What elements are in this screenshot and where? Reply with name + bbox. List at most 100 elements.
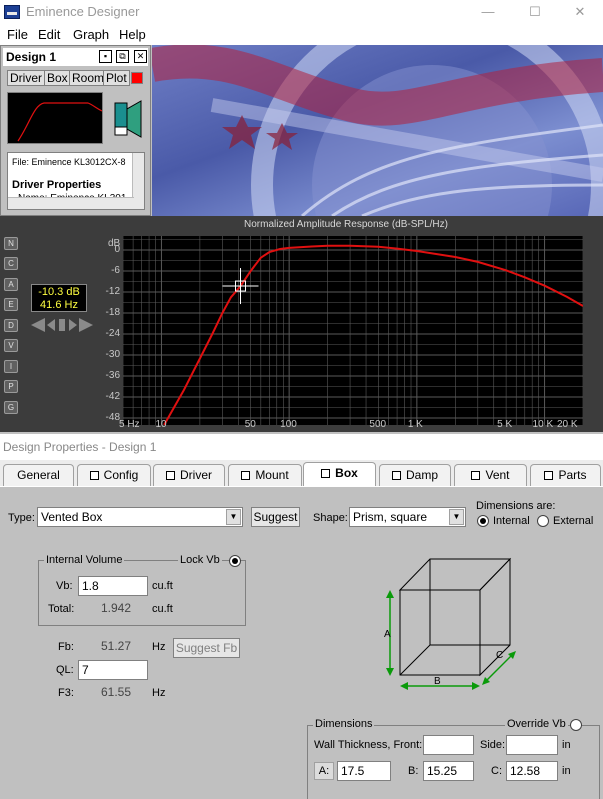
total-unit: cu.ft <box>152 603 173 615</box>
wall-front-input[interactable] <box>423 735 474 755</box>
response-graph-panel: Normalized Amplitude Response (dB-SPL/Hz… <box>0 216 603 432</box>
menu-file[interactable]: File <box>7 27 28 42</box>
file-label: File: Eminence KL3012CX-8 <box>12 157 126 167</box>
a-input[interactable] <box>337 761 391 781</box>
design-window-title: Design 1 <box>6 50 57 64</box>
driver-tab-button[interactable]: Driver <box>7 70 45 86</box>
f3-label: F3: <box>58 687 74 699</box>
eminence-banner-image <box>152 45 603 216</box>
tab-damp[interactable]: Damp <box>379 464 451 486</box>
menu-graph[interactable]: Graph <box>73 27 109 42</box>
tab-parts-label: Parts <box>558 468 587 482</box>
fb-label: Fb: <box>58 641 74 653</box>
x-tick-label: 10 K <box>532 419 554 430</box>
fb-unit: Hz <box>152 641 166 653</box>
box-properties-panel: Type: Vented Box ▼ Suggest Shape: Prism,… <box>0 486 603 799</box>
tab-damp-label: Damp <box>405 468 438 482</box>
tab-mount-label: Mount <box>255 468 289 482</box>
tab-driver-label: Driver <box>180 468 212 482</box>
tab-config[interactable]: Config <box>77 464 151 486</box>
mount-icon <box>241 471 251 480</box>
override-vb-radio[interactable] <box>570 719 582 731</box>
graph-button-n[interactable]: N <box>4 237 18 250</box>
readout-hz: 41.6 Hz <box>40 299 78 311</box>
horizontal-scrollbar[interactable] <box>8 197 134 209</box>
minimize-button[interactable]: — <box>465 2 511 22</box>
wall-unit: in <box>562 739 571 751</box>
tab-mount[interactable]: Mount <box>228 464 302 486</box>
b-input[interactable] <box>423 761 474 781</box>
y-tick-label: -48 <box>105 412 120 423</box>
response-curve <box>163 244 584 426</box>
color-swatch[interactable] <box>131 72 143 84</box>
vb-input[interactable] <box>78 576 148 596</box>
c-label: C: <box>491 765 502 777</box>
tab-driver[interactable]: Driver <box>153 464 225 486</box>
graph-button-e[interactable]: E <box>4 298 18 311</box>
graph-button-d[interactable]: D <box>4 319 18 332</box>
copy-icon[interactable]: ⧉ <box>116 50 129 63</box>
room-tab-button[interactable]: Room <box>69 70 108 86</box>
driver-properties-panel[interactable]: File: Eminence KL3012CX-8 Driver Propert… <box>7 152 145 210</box>
chevron-down-icon: ▼ <box>226 509 241 525</box>
graph-button-c[interactable]: C <box>4 257 18 270</box>
close-icon[interactable]: ✕ <box>134 50 147 63</box>
vb-unit: cu.ft <box>152 580 173 592</box>
close-button[interactable]: ✕ <box>557 2 603 22</box>
a-button[interactable]: A: <box>314 762 334 780</box>
design-window-caption: Design 1 ▪ ⧉ ✕ <box>3 48 148 66</box>
menu-help[interactable]: Help <box>119 27 146 42</box>
override-vb-label: Override Vb <box>505 718 568 730</box>
diagram-label-a: A <box>384 629 391 640</box>
tab-general[interactable]: General <box>3 464 74 486</box>
x-tick-label: 50 <box>244 419 256 430</box>
diagram-label-c: C <box>496 650 503 661</box>
cursor-nav-arrows[interactable] <box>31 317 93 333</box>
plot-tab-button[interactable]: Plot <box>103 70 130 86</box>
amplitude-plot[interactable] <box>122 236 584 426</box>
f3-unit: Hz <box>152 687 166 699</box>
external-radio[interactable] <box>537 515 549 527</box>
diagram-label-b: B <box>434 676 441 687</box>
speaker-icon[interactable] <box>113 99 145 139</box>
app-icon <box>4 5 20 19</box>
internal-label: Internal <box>493 515 530 527</box>
type-select[interactable]: Vented Box ▼ <box>37 507 243 527</box>
graph-button-g[interactable]: G <box>4 401 18 414</box>
save-icon[interactable]: ▪ <box>99 50 112 63</box>
graph-button-p[interactable]: P <box>4 380 18 393</box>
graph-button-v[interactable]: V <box>4 339 18 352</box>
wall-thickness-label: Wall Thickness, Front: <box>314 739 423 751</box>
tab-box[interactable]: Box <box>303 462 376 486</box>
wall-side-input[interactable] <box>506 735 558 755</box>
type-value: Vented Box <box>41 510 103 524</box>
graph-button-a[interactable]: A <box>4 278 18 291</box>
tab-box-label: Box <box>335 466 358 480</box>
y-tick-label: -12 <box>105 286 120 297</box>
lock-vb-radio[interactable] <box>229 555 241 567</box>
shape-select[interactable]: Prism, square ▼ <box>349 507 466 527</box>
y-tick-label: -18 <box>105 307 120 318</box>
tab-vent[interactable]: Vent <box>454 464 527 486</box>
graph-button-i[interactable]: I <box>4 360 18 373</box>
ql-label: QL: <box>56 664 74 676</box>
box-tab-button[interactable]: Box <box>44 70 71 86</box>
dimensions-are-label: Dimensions are: <box>476 500 556 512</box>
graph-title: Normalized Amplitude Response (dB-SPL/Hz… <box>244 219 448 230</box>
suggest-fb-button[interactable]: Suggest Fb <box>173 638 240 658</box>
fb-value: 51.27 <box>100 639 132 653</box>
suggest-button[interactable]: Suggest <box>251 507 300 527</box>
y-tick-label: -24 <box>105 328 120 339</box>
maximize-button[interactable]: ☐ <box>512 2 558 22</box>
mini-response-graph[interactable] <box>7 92 103 144</box>
driver-properties-heading: Driver Properties <box>12 179 102 191</box>
c-input[interactable] <box>506 761 558 781</box>
chevron-down-icon: ▼ <box>449 509 464 525</box>
tab-parts[interactable]: Parts <box>530 464 601 486</box>
window-title: Eminence Designer <box>26 4 140 19</box>
cursor-readout: -10.3 dB 41.6 Hz <box>31 284 87 312</box>
dim-unit: in <box>562 765 571 777</box>
menu-edit[interactable]: Edit <box>38 27 60 42</box>
internal-radio[interactable] <box>477 515 489 527</box>
ql-input[interactable] <box>78 660 148 680</box>
